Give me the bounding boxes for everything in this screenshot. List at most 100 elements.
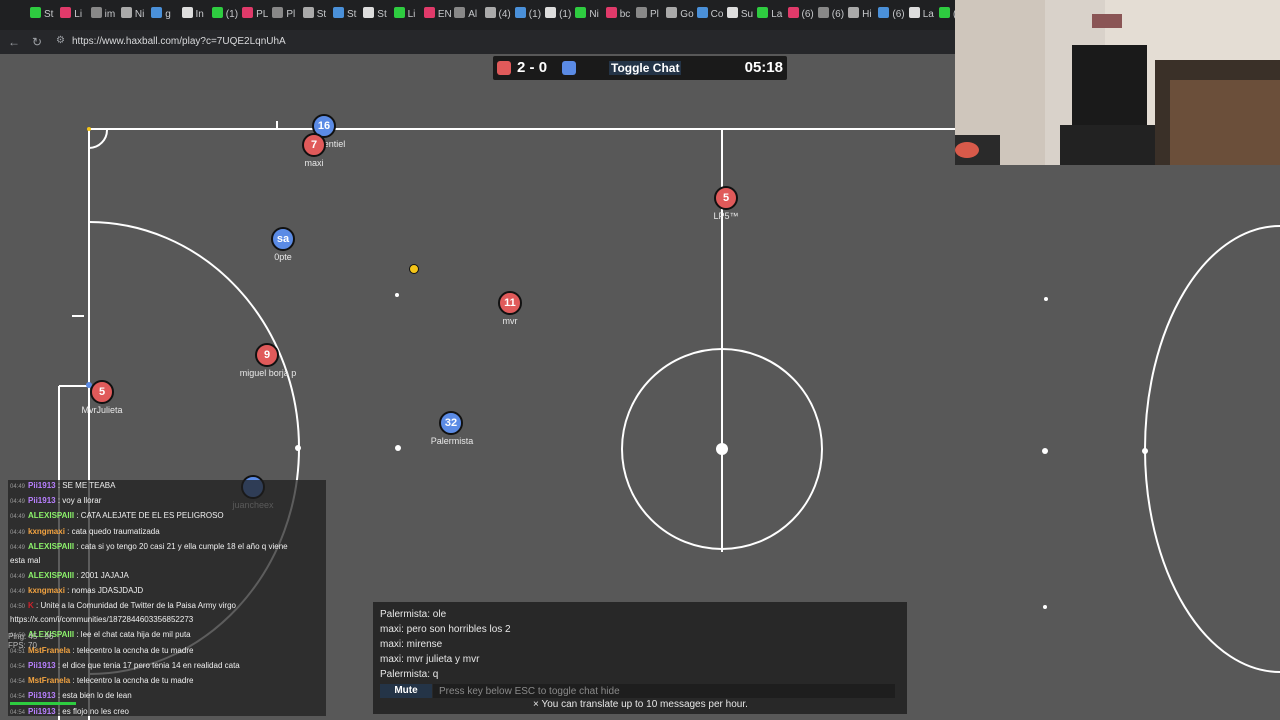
- tab-favicon-icon: [878, 7, 890, 18]
- browser-tab[interactable]: Al: [454, 7, 482, 23]
- browser-tab[interactable]: Go: [666, 7, 694, 23]
- message-timestamp: 04:49: [10, 530, 26, 536]
- stream-chat-message: 04:49 ALEXISPAIII : 2001 JAJAJA: [10, 570, 129, 583]
- message-text: : es flojo no les creo: [57, 707, 129, 716]
- tab-favicon-icon: [848, 7, 860, 18]
- tab-label: Al: [468, 9, 478, 20]
- stream-chat-message: 04:49 Pii1913 : voy a llorar: [10, 495, 101, 508]
- tab-favicon-icon: [636, 7, 647, 18]
- browser-tab[interactable]: Ni: [120, 7, 149, 23]
- message-timestamp: 04:54: [10, 664, 26, 670]
- tab-label: Hi: [862, 9, 872, 20]
- chat-message: Palermista: ole: [380, 609, 447, 620]
- browser-tab[interactable]: St: [302, 7, 331, 23]
- browser-tab[interactable]: Li: [60, 7, 88, 23]
- player-red-7: 7: [302, 133, 326, 157]
- message-text: : cata quedo traumatizada: [67, 527, 160, 536]
- toggle-chat-button[interactable]: Toggle Chat: [609, 61, 682, 75]
- browser-tab[interactable]: Hi: [848, 7, 876, 23]
- player-name: miguel borja p: [239, 368, 297, 378]
- tab-favicon-icon: [242, 7, 254, 18]
- browser-tab[interactable]: Pl: [636, 7, 664, 23]
- tab-favicon-icon: [333, 7, 344, 18]
- browser-tab[interactable]: (1): [545, 7, 573, 23]
- player-red-9: 9: [255, 343, 279, 367]
- site-info-icon[interactable]: ⚙: [56, 35, 65, 46]
- browser-tab[interactable]: EN: [423, 7, 452, 23]
- chat-message: maxi: pero son horribles los 2: [380, 624, 511, 635]
- browser-tab[interactable]: La: [757, 7, 785, 23]
- browser-tab[interactable]: Ni: [575, 7, 603, 23]
- stream-chat-message: https://x.com/i/communities/187284460335…: [10, 614, 193, 625]
- browser-tab[interactable]: bc: [605, 7, 634, 23]
- message-username[interactable]: Pii1913: [28, 661, 56, 670]
- stream-chat-message: 04:54 MstFranela : telecentro la ocncha d…: [10, 675, 193, 688]
- tab-favicon-icon: [787, 7, 799, 18]
- browser-tab[interactable]: Li: [393, 7, 422, 23]
- back-icon[interactable]: ←: [8, 35, 20, 49]
- tab-label: g: [165, 9, 171, 20]
- message-username[interactable]: Pii1913: [28, 707, 56, 716]
- tab-label: Ni: [134, 9, 145, 20]
- message-username[interactable]: Pii1913: [28, 691, 56, 700]
- message-username[interactable]: Pii1913: [28, 481, 56, 490]
- message-username[interactable]: Pii1913: [28, 496, 56, 505]
- tab-label: PL: [256, 9, 269, 20]
- message-timestamp: 04:49: [10, 574, 26, 580]
- message-text: esta mal: [10, 556, 41, 565]
- message-timestamp: 04:54: [10, 694, 26, 700]
- message-text: : nomas JDASJDAJD: [67, 586, 144, 595]
- tab-label: La: [922, 9, 934, 20]
- tab-label: La: [771, 9, 783, 20]
- message-username[interactable]: MstFranela: [28, 676, 70, 685]
- browser-tab[interactable]: (6): [817, 7, 846, 23]
- mute-button[interactable]: Mute: [380, 684, 432, 698]
- connection-indicator: [10, 702, 76, 705]
- browser-tab[interactable]: In: [181, 7, 210, 23]
- stream-chat-message: 04:49 Pii1913 : SE ME TEABA: [10, 480, 115, 493]
- tab-favicon-icon: [726, 7, 738, 18]
- browser-tab[interactable]: Pl: [272, 7, 300, 23]
- blue-team-icon: [562, 61, 576, 75]
- browser-tab[interactable]: (1): [514, 7, 543, 23]
- browser-tab[interactable]: g: [151, 7, 179, 23]
- ping-readout: Ping: 45 - 96 FPS: 70: [8, 632, 53, 650]
- message-text: : SE ME TEABA: [57, 481, 116, 490]
- browser-tab[interactable]: (6): [878, 7, 906, 23]
- browser-tab[interactable]: im: [90, 7, 119, 23]
- game-chat: Palermista: ole maxi: pero son horribles…: [373, 602, 907, 714]
- browser-tab[interactable]: St: [30, 7, 58, 23]
- message-username[interactable]: K: [28, 601, 34, 610]
- tab-favicon-icon: [514, 7, 526, 18]
- message-username[interactable]: kxngmaxi: [28, 527, 65, 536]
- message-username[interactable]: ALEXISPAIII: [28, 511, 74, 520]
- tab-label: (1): [528, 9, 542, 20]
- browser-tab[interactable]: (6): [787, 7, 816, 23]
- browser-tab[interactable]: Su: [726, 7, 755, 23]
- browser-tab[interactable]: St: [363, 7, 391, 23]
- tab-label: Co: [710, 9, 724, 20]
- message-username[interactable]: ALEXISPAIII: [28, 571, 74, 580]
- tab-label: (6): [801, 9, 814, 20]
- message-text: : lee el chat cata hija de mil puta: [76, 630, 191, 639]
- tab-label: (6): [831, 9, 845, 20]
- browser-tab[interactable]: St: [333, 7, 361, 23]
- tab-favicon-icon: [302, 7, 314, 18]
- reload-icon[interactable]: ↻: [32, 35, 42, 49]
- tab-favicon-icon: [605, 7, 617, 18]
- tab-favicon-icon: [454, 7, 466, 18]
- message-username[interactable]: ALEXISPAIII: [28, 542, 74, 551]
- stream-chat-message: 04:49 ALEXISPAIII : cata si yo tengo 20 c…: [10, 541, 288, 554]
- chat-input[interactable]: [433, 684, 895, 698]
- browser-tab[interactable]: (1): [211, 7, 240, 23]
- tab-favicon-icon: [939, 7, 950, 18]
- player-blue-sa: sa: [271, 227, 295, 251]
- browser-tab[interactable]: (4): [484, 7, 513, 23]
- message-username[interactable]: kxngmaxi: [28, 586, 65, 595]
- message-text: : esta bien lo de lean: [57, 691, 132, 700]
- browser-tab[interactable]: PL: [242, 7, 270, 23]
- stream-chat-overlay: 04:49 Pii1913 : SE ME TEABA 04:49 Pii1913 :…: [8, 480, 326, 716]
- url-text[interactable]: https://www.haxball.com/play?c=7UQE2LqnU…: [72, 36, 286, 47]
- browser-tab[interactable]: Co: [696, 7, 725, 23]
- browser-tab[interactable]: La: [908, 7, 937, 23]
